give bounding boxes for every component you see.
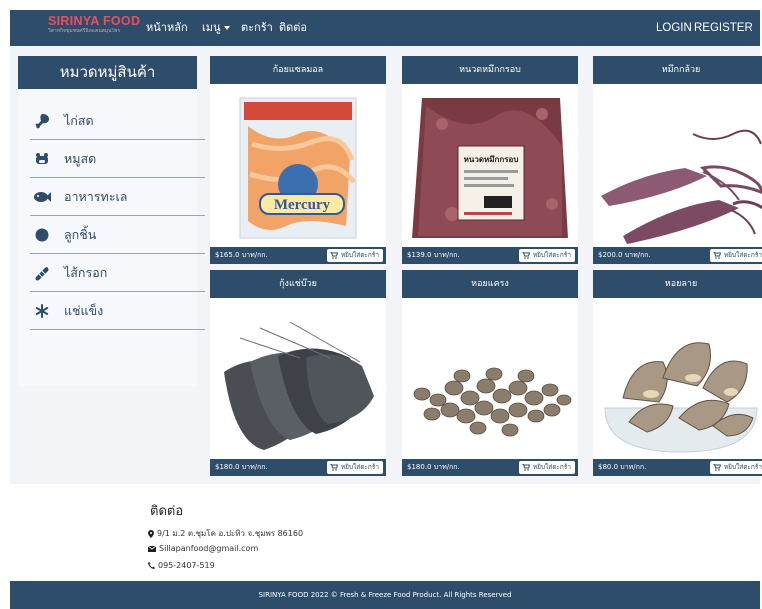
chevron-down-icon [223,26,230,30]
cart-icon [712,252,721,259]
add-to-cart-button[interactable]: หยิบใส่ตะกร้า [326,249,383,262]
add-to-cart-label: หยิบใส่ตะกร้า [340,251,379,259]
product-card[interactable]: หนวดหมึกกรอบ หนวดหมึกกรอบ $139.0 บาท/กก.… [402,56,578,264]
sidebar-title: หมวดหมู่สินค้า [18,56,197,89]
ball-icon [30,226,54,244]
brand-name: SIRINYA FOOD [48,14,141,28]
mercury-package-label: Mercury [274,197,331,213]
contact-title: ติดต่อ [150,504,184,519]
contact-phone[interactable]: 095-2407-519 [148,561,215,570]
add-to-cart-button[interactable]: หยิบใส่ตะกร้า [518,461,575,474]
product-image [402,298,578,459]
add-to-cart-button[interactable]: หยิบใส่ตะกร้า [326,461,383,474]
add-to-cart-label: หยิบใส่ตะกร้า [340,463,379,471]
product-name: หนวดหมึกกรอบ [402,56,578,84]
add-to-cart-label: หยิบใส่ตะกร้า [723,251,762,259]
product-footer: $200.0 บาท/กก. หยิบใส่ตะกร้า [593,247,762,264]
register-link[interactable]: REGISTER [694,20,753,36]
contact-email[interactable]: Sillapanfood@gmail.com [148,544,258,553]
product-price: $200.0 บาท/กก. [598,251,651,259]
site-footer: SIRINYA FOOD 2022 © Fresh & Freeze Food … [10,581,760,609]
product-footer: $80.0 บาท/กก. หยิบใส่ตะกร้า [593,459,762,476]
sidebar-item-label: หมูสด [64,150,97,166]
sidebar-item-label: อาหารทะเล [64,188,128,204]
category-sidebar: หมวดหมู่สินค้า ไก่สด หมูสด อาหารทะเล ลูก… [18,56,205,386]
cart-icon [712,464,721,471]
sidebar-item-label: ไก่สด [64,112,94,128]
add-to-cart-button[interactable]: หยิบใส่ตะกร้า [518,249,575,262]
product-price: $80.0 บาท/กก. [598,463,647,471]
product-image: หนวดหมึกกรอบ [402,84,578,247]
nav-contact-link[interactable]: ติดต่อ [279,20,307,36]
product-image [593,84,762,247]
sidebar-item-pork[interactable]: หมูสด [30,140,205,178]
snowflake-icon [30,302,54,320]
product-name: หอยแครง [402,270,578,298]
product-name: กุ้งแช่บ๊วย [210,270,386,298]
map-marker-icon [148,529,154,538]
fish-icon [30,188,54,206]
add-to-cart-button[interactable]: หยิบใส่ตะกร้า [709,461,762,474]
cart-icon [329,464,338,471]
login-link[interactable]: LOGIN [656,20,692,36]
sausage-icon [30,264,54,282]
brand-logo[interactable]: SIRINYA FOOD วิสาหกิจชุมชนศรีนิลแคนสมุนไ… [48,14,143,42]
add-to-cart-label: หยิบใส่ตะกร้า [723,463,762,471]
product-price: $165.0 บาท/กก. [215,251,268,259]
sidebar-item-meatball[interactable]: ลูกชิ้น [30,216,205,254]
contact-address: 9/1 ม.2 ต.ชุมโค อ.ปะทิว จ.ชุมพร 86160 [148,527,303,540]
contact-phone-text: 095-2407-519 [158,561,215,570]
add-to-cart-button[interactable]: หยิบใส่ตะกร้า [709,249,762,262]
sidebar-item-frozen[interactable]: แช่แข็ง [30,292,205,330]
cart-icon [329,252,338,259]
product-image [593,298,762,459]
add-to-cart-label: หยิบใส่ตะกร้า [532,251,571,259]
product-price: $139.0 บาท/กก. [407,251,460,259]
cart-icon [521,464,530,471]
brand-tagline: วิสาหกิจชุมชนศรีนิลแคนสมุนไพร [48,28,121,34]
product-footer: $180.0 บาท/กก. หยิบใส่ตะกร้า [402,459,578,476]
product-image: Mercury [210,84,386,247]
product-name: หมึกกล้วย [593,56,762,84]
product-price: $180.0 บาท/กก. [215,463,268,471]
product-card[interactable]: กุ้งแช่บ๊วย $180.0 บาท/กก. หยิบใส่ตะกร้า [210,270,386,476]
product-card[interactable]: หอยแครง $180.0 บาท/กก. หยิบใส่ตะกร้า [402,270,578,476]
sidebar-item-chicken[interactable]: ไก่สด [30,102,205,140]
add-to-cart-label: หยิบใส่ตะกร้า [532,463,571,471]
product-card[interactable]: ก้อยแซลมอล Mercury $165.0 บาท/กก. หยิบใส… [210,56,386,264]
cart-icon [521,252,530,259]
top-navbar: SIRINYA FOOD วิสาหกิจชุมชนศรีนิลแคนสมุนไ… [10,10,760,46]
product-footer: $139.0 บาท/กก. หยิบใส่ตะกร้า [402,247,578,264]
product-name: หอยลาย [593,270,762,298]
nav-menu-label: เมนู [202,21,221,34]
product-price: $180.0 บาท/กก. [407,463,460,471]
product-card[interactable]: หมึกกล้วย $200.0 บาท/กก. หยิบใส่ตะกร้า [593,56,762,264]
sidebar-item-label: ลูกชิ้น [64,226,97,242]
product-footer: $165.0 บาท/กก. หยิบใส่ตะกร้า [210,247,386,264]
nav-home-link[interactable]: หน้าหลัก [146,20,188,36]
sidebar-item-label: ไส้กรอก [64,264,108,280]
product-footer: $180.0 บาท/กก. หยิบใส่ตะกร้า [210,459,386,476]
product-card[interactable]: หอยลาย $80.0 บาท/กก. หยิบใส่ตะกร้า [593,270,762,476]
sidebar-item-seafood[interactable]: อาหารทะเล [30,178,205,216]
sidebar-item-sausage[interactable]: ไส้กรอก [30,254,205,292]
squid-package-label: หนวดหมึกกรอบ [464,155,519,164]
nav-menu-dropdown[interactable]: เมนู [202,20,230,36]
product-image [210,298,386,459]
product-name: ก้อยแซลมอล [210,56,386,84]
phone-icon [148,562,155,569]
sidebar-item-label: แช่แข็ง [64,302,104,318]
drumstick-icon [30,112,54,130]
contact-email-text: Sillapanfood@gmail.com [159,544,259,553]
envelope-icon [148,545,156,552]
pig-icon [30,150,54,168]
nav-cart-link[interactable]: ตะกร้า [241,20,273,36]
contact-address-text: 9/1 ม.2 ต.ชุมโค อ.ปะทิว จ.ชุมพร 86160 [157,529,304,538]
